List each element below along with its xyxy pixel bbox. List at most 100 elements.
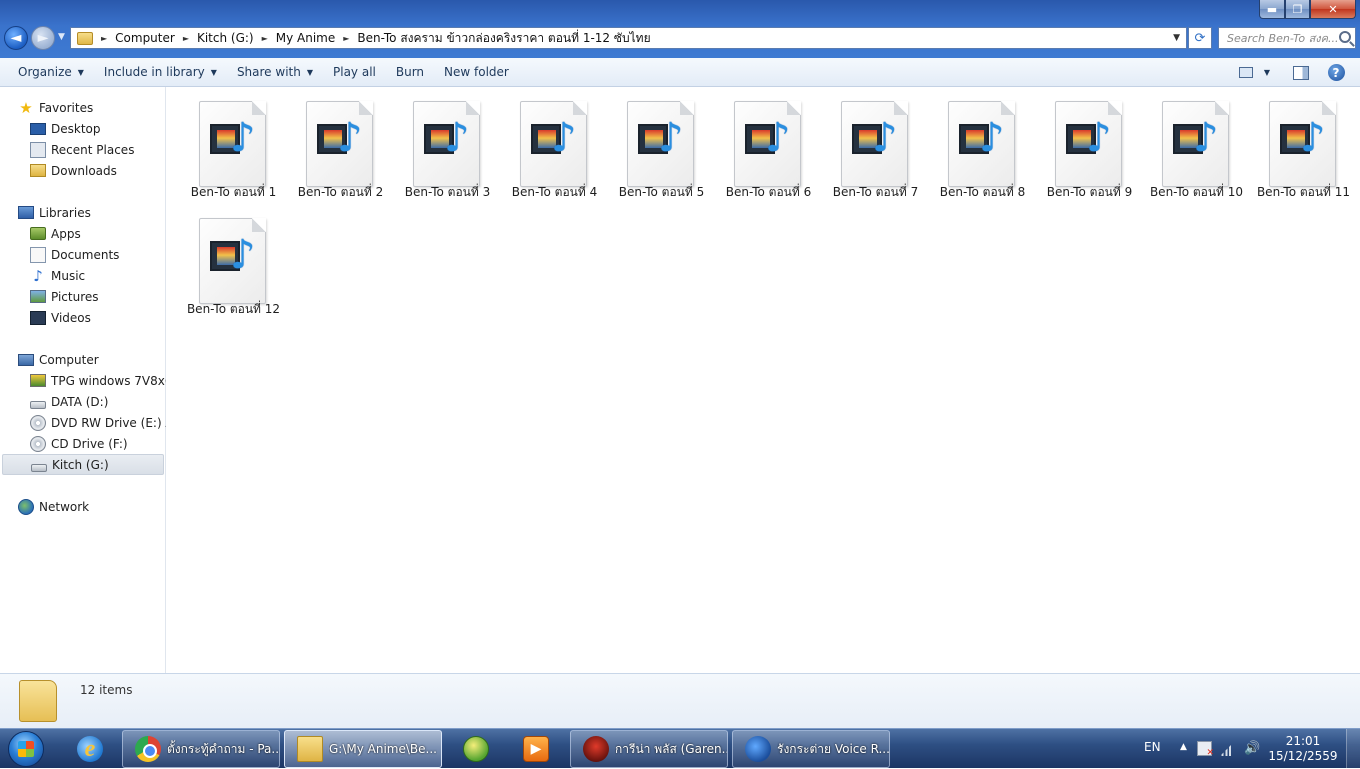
speaker-icon[interactable]: 🔊 bbox=[1244, 741, 1260, 756]
file-item[interactable]: ♪ Ben-To ตอนที่ 5 bbox=[594, 87, 704, 199]
burn-button[interactable]: Burn bbox=[386, 58, 434, 86]
nav-drive-d[interactable]: DATA (D:) bbox=[30, 391, 166, 412]
file-item[interactable]: ♪ Ben-To ตอนที่ 7 bbox=[808, 87, 918, 199]
search-icon[interactable] bbox=[1339, 31, 1351, 43]
play-all-button[interactable]: Play all bbox=[323, 58, 386, 86]
file-item[interactable]: ♪ Ben-To ตอนที่ 9 bbox=[1022, 87, 1132, 199]
address-dropdown-icon[interactable]: ▼ bbox=[1173, 33, 1180, 43]
nav-drive-g[interactable]: Kitch (G:) bbox=[2, 454, 164, 475]
video-file-icon: ♪ bbox=[841, 101, 908, 187]
file-item[interactable]: ♪ Ben-To ตอนที่ 2 bbox=[273, 87, 383, 199]
title-bar: ▬ ❐ ✕ ◄ ► ▼ ► Computer ► Kitch (G:) ► My… bbox=[0, 0, 1360, 58]
nav-apps[interactable]: Apps bbox=[30, 223, 166, 244]
video-file-icon: ♪ bbox=[306, 101, 373, 187]
music-note-icon: ♪ bbox=[1193, 115, 1219, 161]
search-placeholder: Search Ben-To สงค... bbox=[1227, 32, 1339, 45]
maximize-button[interactable]: ❐ bbox=[1285, 0, 1310, 19]
back-button[interactable]: ◄ bbox=[4, 26, 28, 50]
nav-label: Recent Places bbox=[51, 142, 135, 157]
taskbar-explorer[interactable]: G:\My Anime\Be... bbox=[284, 730, 442, 768]
show-hidden-icons-icon[interactable]: ▲ bbox=[1180, 742, 1187, 752]
taskbar-internet-explorer[interactable]: e bbox=[66, 730, 114, 768]
star-icon: ★ bbox=[19, 98, 33, 117]
file-item[interactable]: ♪ Ben-To ตอนที่ 4 bbox=[487, 87, 597, 199]
file-item[interactable]: ♪ Ben-To ตอนที่ 3 bbox=[380, 87, 490, 199]
chevron-right-icon[interactable]: ► bbox=[262, 34, 268, 43]
help-button[interactable]: ? bbox=[1327, 63, 1345, 82]
nav-pictures[interactable]: Pictures bbox=[30, 286, 166, 307]
documents-icon bbox=[30, 246, 46, 263]
minimize-button[interactable]: ▬ bbox=[1259, 0, 1285, 19]
file-item[interactable]: ♪ Ben-To ตอนที่ 6 bbox=[701, 87, 811, 199]
address-bar[interactable]: ► Computer ► Kitch (G:) ► My Anime ► Ben… bbox=[70, 27, 1187, 49]
windows-orb-icon bbox=[8, 731, 44, 767]
close-button[interactable]: ✕ bbox=[1310, 0, 1356, 19]
nav-documents[interactable]: Documents bbox=[30, 244, 166, 265]
breadcrumb-kitch[interactable]: Kitch (G:) bbox=[197, 31, 254, 45]
file-item[interactable]: ♪ Ben-To ตอนที่ 8 bbox=[915, 87, 1025, 199]
taskbar: e ตั้งกระทู้คำถาม - Pa... G:\My Anime\Be… bbox=[0, 728, 1360, 769]
language-indicator[interactable]: EN bbox=[1144, 740, 1161, 754]
nav-label: Computer bbox=[39, 352, 99, 367]
video-file-icon: ♪ bbox=[1269, 101, 1336, 187]
breadcrumb-current-folder[interactable]: Ben-To สงคราม ข้าวกล่องคริงราคา ตอนที่ 1… bbox=[357, 29, 650, 48]
nav-computer[interactable]: Computer bbox=[18, 349, 164, 370]
start-button[interactable] bbox=[2, 730, 50, 768]
organize-button[interactable]: Organize ▼ bbox=[8, 58, 94, 86]
music-note-icon: ♪ bbox=[337, 115, 363, 161]
file-item[interactable]: ♪ Ben-To ตอนที่ 1 bbox=[166, 87, 276, 199]
taskbar-garena[interactable]: การีน่า พลัส (Garen... bbox=[570, 730, 728, 768]
breadcrumb-my-anime[interactable]: My Anime bbox=[276, 31, 336, 45]
removable-drive-icon bbox=[31, 463, 47, 472]
item-count: 12 items bbox=[80, 683, 133, 697]
nav-label: TPG windows 7V8x64 bbox=[51, 373, 166, 388]
clock[interactable]: 21:01 15/12/2559 bbox=[1268, 734, 1338, 764]
search-input[interactable]: Search Ben-To สงค... bbox=[1218, 27, 1356, 49]
nav-label: Pictures bbox=[51, 289, 99, 304]
nav-videos[interactable]: Videos bbox=[30, 307, 166, 328]
file-item[interactable]: ♪ Ben-To ตอนที่ 11 bbox=[1236, 87, 1350, 199]
organize-label: Organize bbox=[18, 65, 72, 79]
windows-logo-icon bbox=[18, 741, 34, 757]
computer-icon bbox=[18, 353, 34, 366]
nav-recent-places[interactable]: Recent Places bbox=[30, 139, 166, 160]
taskbar-voice-chat[interactable]: รังกระต่าย Voice R... bbox=[732, 730, 890, 768]
file-name: Ben-To ตอนที่ 12 bbox=[186, 302, 281, 316]
nav-desktop[interactable]: Desktop bbox=[30, 118, 166, 139]
change-view-button[interactable] bbox=[1238, 63, 1254, 82]
view-options-dropdown[interactable]: ▼ bbox=[1262, 63, 1272, 82]
forward-button[interactable]: ► bbox=[31, 26, 55, 50]
nav-libraries[interactable]: Libraries bbox=[18, 202, 164, 223]
show-desktop-button[interactable] bbox=[1346, 729, 1360, 769]
preview-pane-icon bbox=[1293, 65, 1309, 80]
taskbar-chrome[interactable]: ตั้งกระทู้คำถาม - Pa... bbox=[122, 730, 280, 768]
music-note-icon: ♪ bbox=[765, 115, 791, 161]
share-with-button[interactable]: Share with ▼ bbox=[227, 58, 323, 86]
nav-network[interactable]: Network bbox=[18, 496, 164, 517]
chevron-right-icon[interactable]: ► bbox=[101, 34, 107, 43]
nav-downloads[interactable]: Downloads bbox=[30, 160, 166, 181]
new-folder-button[interactable]: New folder bbox=[434, 58, 519, 86]
nav-favorites[interactable]: ★ Favorites bbox=[18, 97, 164, 118]
include-in-library-button[interactable]: Include in library ▼ bbox=[94, 58, 227, 86]
network-signal-icon[interactable] bbox=[1220, 742, 1234, 756]
chevron-right-icon[interactable]: ► bbox=[343, 34, 349, 43]
music-note-icon: ♪ bbox=[1300, 115, 1326, 161]
nav-label: Desktop bbox=[51, 121, 101, 136]
video-file-icon: ♪ bbox=[413, 101, 480, 187]
breadcrumb-computer[interactable]: Computer bbox=[115, 31, 175, 45]
preview-pane-button[interactable] bbox=[1292, 63, 1310, 82]
nav-music[interactable]: ♪ Music bbox=[30, 265, 166, 286]
video-file-icon: ♪ bbox=[199, 218, 266, 304]
taskbar-media-player[interactable]: ▶ bbox=[512, 730, 560, 768]
action-center-icon[interactable] bbox=[1197, 741, 1214, 758]
refresh-button[interactable]: ⟳ bbox=[1188, 27, 1212, 49]
chevron-right-icon[interactable]: ► bbox=[183, 34, 189, 43]
nav-drive-e[interactable]: DVD RW Drive (E:) AN bbox=[30, 412, 166, 433]
recent-pages-dropdown[interactable]: ▼ bbox=[58, 32, 65, 42]
taskbar-game-launcher[interactable] bbox=[452, 730, 500, 768]
file-item[interactable]: ♪ Ben-To ตอนที่ 12 bbox=[166, 204, 280, 316]
nav-drive-f[interactable]: CD Drive (F:) bbox=[30, 433, 166, 454]
nav-drive-c[interactable]: TPG windows 7V8x64 bbox=[30, 370, 166, 391]
file-item[interactable]: ♪ Ben-To ตอนที่ 10 bbox=[1129, 87, 1243, 199]
